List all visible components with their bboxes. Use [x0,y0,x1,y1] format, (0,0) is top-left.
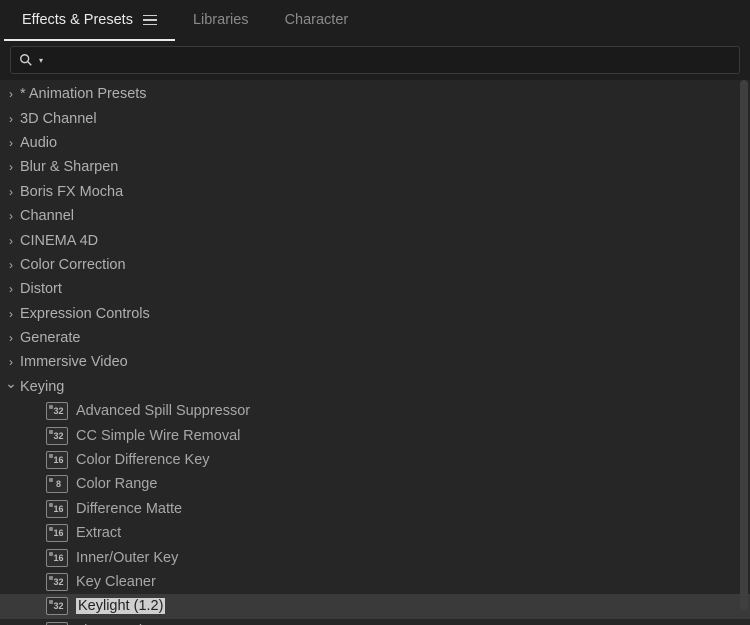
category-row[interactable]: › Immersive Video [0,350,750,374]
chevron-right-icon: › [6,87,16,101]
effects-tree: › * Animation Presets › 3D Channel › Audio › Bl… [0,80,750,625]
effects-panel: Effects & Presets Libraries Character ▾ [0,0,750,625]
tab-character[interactable]: Character [267,0,367,40]
effect-label: Color Difference Key [76,452,210,468]
category-row[interactable]: › Boris FX Mocha [0,180,750,204]
category-row[interactable]: › * Animation Presets [0,82,750,106]
chevron-right-icon: › [6,307,16,321]
effect-bitdepth-icon: 16 [46,524,68,542]
effect-row[interactable]: 16 Difference Matte [0,497,750,521]
panel-menu-icon[interactable] [143,14,157,26]
active-tab-underline [4,39,175,41]
effect-row[interactable]: 16 Color Difference Key [0,448,750,472]
chevron-right-icon: › [6,234,16,248]
category-row[interactable]: › 3D Channel [0,106,750,130]
effect-bitdepth-icon: 32 [46,597,68,615]
category-label: 3D Channel [20,111,97,127]
category-label: Color Correction [20,257,126,273]
chevron-right-icon: › [6,282,16,296]
effect-label: Difference Matte [76,501,182,517]
category-row[interactable]: › Channel [0,204,750,228]
category-row[interactable]: › Color Correction [0,253,750,277]
effect-bitdepth-icon: 32 [46,427,68,445]
category-label: * Animation Presets [20,86,147,102]
effect-row[interactable]: 32 Keylight (1.2) [0,594,750,618]
effect-bitdepth-icon: 32 [46,402,68,420]
effect-label: Key Cleaner [76,574,156,590]
category-label: Channel [20,208,74,224]
category-row[interactable]: › Generate [0,326,750,350]
effect-bitdepth-icon: 16 [46,451,68,469]
tab-libraries[interactable]: Libraries [175,0,267,40]
category-row[interactable]: › CINEMA 4D [0,228,750,252]
category-label: Immersive Video [20,354,128,370]
effect-row[interactable]: 32 Advanced Spill Suppressor [0,399,750,423]
effect-bitdepth-icon: 32 [46,573,68,591]
chevron-right-icon: › [6,185,16,199]
category-label: Blur & Sharpen [20,159,118,175]
tab-label: Libraries [193,12,249,28]
effect-label: Extract [76,525,121,541]
effect-row[interactable]: 16Linear Color Key [0,619,750,625]
effect-bitdepth-icon: 16 [46,500,68,518]
category-row[interactable]: › Expression Controls [0,302,750,326]
effect-row[interactable]: 8 Color Range [0,472,750,496]
category-label: Generate [20,330,80,346]
effect-label: Inner/Outer Key [76,550,178,566]
search-dropdown-icon[interactable]: ▾ [39,56,43,65]
effect-label: Color Range [76,476,157,492]
search-input[interactable] [49,52,731,69]
category-row-expanded[interactable]: ⌄Keying [0,375,750,399]
scrollbar[interactable] [740,80,748,610]
scrollbar-thumb[interactable] [740,80,748,610]
category-label: CINEMA 4D [20,233,98,249]
effect-label: Advanced Spill Suppressor [76,403,250,419]
chevron-down-icon: ⌄ [6,375,16,392]
search-box[interactable]: ▾ [10,46,740,74]
chevron-right-icon: › [6,331,16,345]
category-label: Audio [20,135,57,151]
chevron-right-icon: › [6,258,16,272]
search-row: ▾ [0,40,750,80]
category-label: Distort [20,281,62,297]
chevron-right-icon: › [6,136,16,150]
chevron-right-icon: › [6,160,16,174]
chevron-right-icon: › [6,355,16,369]
chevron-right-icon: › [6,209,16,223]
effect-row[interactable]: 32 CC Simple Wire Removal [0,423,750,447]
panel-tab-bar: Effects & Presets Libraries Character [0,0,750,40]
chevron-right-icon: › [6,112,16,126]
tab-label: Character [285,12,349,28]
category-label: Expression Controls [20,306,150,322]
tab-label: Effects & Presets [22,12,133,28]
category-row[interactable]: › Audio [0,131,750,155]
effect-label: CC Simple Wire Removal [76,428,240,444]
effect-label: Keylight (1.2) [76,598,165,614]
effect-bitdepth-icon: 16 [46,549,68,567]
category-label: Keying [20,379,64,395]
tab-effects-presets[interactable]: Effects & Presets [4,0,175,40]
effect-row[interactable]: 16 Extract [0,521,750,545]
category-row[interactable]: › Blur & Sharpen [0,155,750,179]
search-icon [19,53,33,67]
category-row[interactable]: › Distort [0,277,750,301]
category-label: Boris FX Mocha [20,184,123,200]
effect-bitdepth-icon: 8 [46,475,68,493]
effect-row[interactable]: 16 Inner/Outer Key [0,545,750,569]
effect-row[interactable]: 32 Key Cleaner [0,570,750,594]
